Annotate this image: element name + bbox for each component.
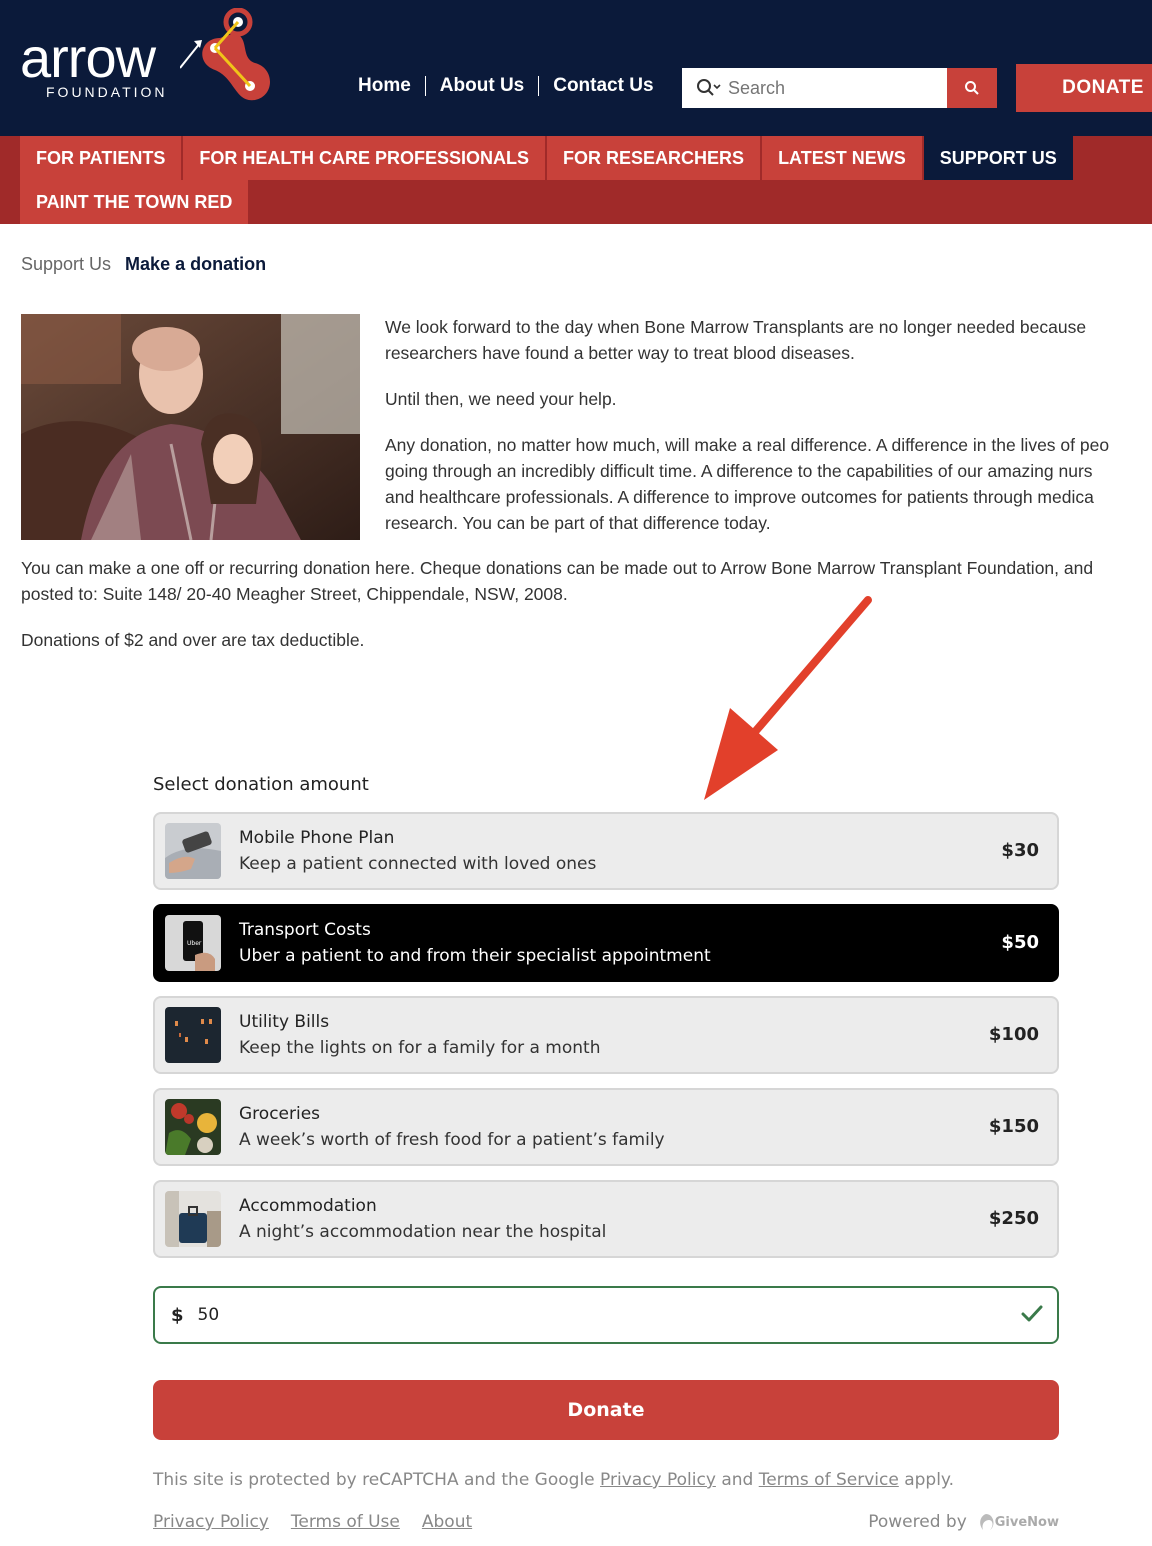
option-description: A night’s accommodation near the hospita… bbox=[239, 1222, 607, 1242]
option-price: $50 bbox=[1001, 932, 1039, 953]
cheque-paragraph: You can make a one off or recurring dona… bbox=[21, 555, 1152, 607]
option-accommodation[interactable]: Accommodation A night’s accommodation ne… bbox=[153, 1180, 1059, 1258]
option-price: $30 bbox=[1001, 840, 1039, 861]
text-line: Donations of $2 and over are tax deducti… bbox=[21, 630, 365, 650]
footer-terms-of-use-link[interactable]: Terms of Use bbox=[291, 1512, 400, 1532]
option-utility-bills[interactable]: Utility Bills Keep the lights on for a f… bbox=[153, 996, 1059, 1074]
recaptcha-notice: This site is protected by reCAPTCHA and … bbox=[153, 1470, 1059, 1490]
nav-contact-link[interactable]: Contact Us bbox=[539, 76, 667, 96]
recaptcha-apply: apply. bbox=[904, 1470, 954, 1490]
donation-widget: Select donation amount Mobile Phone Plan… bbox=[153, 774, 1059, 1532]
tax-paragraph: Donations of $2 and over are tax deducti… bbox=[21, 627, 1152, 653]
option-price: $100 bbox=[988, 1024, 1039, 1045]
widget-footer: Privacy Policy Terms of Use About Powere… bbox=[153, 1512, 1059, 1532]
breadcrumb: Support Us Make a donation bbox=[21, 254, 266, 275]
nav-home-link[interactable]: Home bbox=[344, 76, 426, 96]
night-building-photo-icon bbox=[165, 1007, 221, 1063]
option-transport-costs[interactable]: Uber Transport Costs Uber a patient to a… bbox=[153, 904, 1059, 982]
option-price: $250 bbox=[988, 1208, 1039, 1229]
intro-paragraph-3: Any donation, no matter how much, will m… bbox=[385, 432, 1152, 536]
donation-info-text: You can make a one off or recurring dona… bbox=[21, 555, 1152, 673]
text-line: research. You can be part of that differ… bbox=[385, 513, 771, 533]
text-line: researchers have found a better way to t… bbox=[385, 343, 855, 363]
option-title: Transport Costs bbox=[239, 920, 371, 940]
givenow-text: GiveNow bbox=[994, 1514, 1059, 1530]
intro-paragraph-1: We look forward to the day when Bone Mar… bbox=[385, 314, 1152, 366]
svg-text:Uber: Uber bbox=[187, 940, 202, 947]
option-groceries[interactable]: Groceries A week’s worth of fresh food f… bbox=[153, 1088, 1059, 1166]
powered-by-text: Powered by bbox=[868, 1512, 967, 1532]
text-line: Until then, we need your help. bbox=[385, 389, 617, 409]
option-title: Utility Bills bbox=[239, 1012, 330, 1032]
top-nav: Home About Us Contact Us bbox=[344, 76, 668, 96]
phone-photo-icon bbox=[165, 823, 221, 879]
main-nav: FOR PATIENTS FOR HEALTH CARE PROFESSIONA… bbox=[0, 136, 1152, 224]
mother-daughter-photo bbox=[21, 314, 360, 540]
widget-title: Select donation amount bbox=[153, 774, 369, 795]
site-header: arrow FOUNDATION Home About Us Contact U… bbox=[0, 0, 1152, 136]
nav-for-patients[interactable]: FOR PATIENTS bbox=[20, 136, 182, 180]
breadcrumb-support-us[interactable]: Support Us bbox=[21, 254, 111, 275]
search-input[interactable] bbox=[728, 77, 928, 99]
footer-privacy-policy-link[interactable]: Privacy Policy bbox=[153, 1512, 269, 1532]
option-title: Accommodation bbox=[239, 1196, 377, 1216]
custom-amount-field[interactable]: $ 50 bbox=[153, 1286, 1059, 1344]
footer-about-link[interactable]: About bbox=[422, 1512, 472, 1532]
option-title: Mobile Phone Plan bbox=[239, 828, 395, 848]
search-box bbox=[682, 68, 947, 108]
uber-photo-icon: Uber bbox=[165, 915, 221, 971]
amount-value[interactable]: 50 bbox=[198, 1305, 220, 1325]
search-icon bbox=[697, 79, 721, 96]
recaptcha-terms-link[interactable]: Terms of Service bbox=[759, 1470, 899, 1490]
text-line: and healthcare professionals. A differen… bbox=[385, 487, 1094, 507]
text-line: going through an incredibly difficult ti… bbox=[385, 461, 1093, 481]
donate-button[interactable]: Donate bbox=[153, 1380, 1059, 1440]
breadcrumb-current: Make a donation bbox=[125, 254, 267, 274]
nav-about-link[interactable]: About Us bbox=[426, 76, 540, 96]
text-line: We look forward to the day when Bone Mar… bbox=[385, 317, 1087, 337]
givenow-icon bbox=[979, 1514, 994, 1530]
currency-symbol: $ bbox=[171, 1304, 184, 1326]
search-button[interactable] bbox=[947, 68, 997, 108]
intro-text: We look forward to the day when Bone Mar… bbox=[385, 314, 1152, 556]
option-description: Keep the lights on for a family for a mo… bbox=[239, 1038, 601, 1058]
option-description: A week’s worth of fresh food for a patie… bbox=[239, 1130, 665, 1150]
logo-wordmark: arrow bbox=[20, 26, 156, 89]
recaptcha-and: and bbox=[721, 1470, 754, 1490]
suitcase-photo-icon bbox=[165, 1191, 221, 1247]
intro-paragraph-2: Until then, we need your help. bbox=[385, 386, 1152, 412]
nav-support-us[interactable]: SUPPORT US bbox=[923, 136, 1073, 180]
vegetables-photo-icon bbox=[165, 1099, 221, 1155]
option-price: $150 bbox=[988, 1116, 1039, 1137]
option-description: Uber a patient to and from their special… bbox=[239, 946, 711, 966]
option-title: Groceries bbox=[239, 1104, 321, 1124]
logo-subtitle: FOUNDATION bbox=[46, 84, 168, 100]
checkmark-icon bbox=[1021, 1305, 1043, 1322]
nav-paint-the-town-red[interactable]: PAINT THE TOWN RED bbox=[20, 180, 249, 224]
recaptcha-privacy-link[interactable]: Privacy Policy bbox=[600, 1470, 716, 1490]
option-description: Keep a patient connected with loved ones bbox=[239, 854, 597, 874]
nav-for-health-care-professionals[interactable]: FOR HEALTH CARE PROFESSIONALS bbox=[183, 136, 546, 180]
nav-for-researchers[interactable]: FOR RESEARCHERS bbox=[547, 136, 761, 180]
recaptcha-text: This site is protected by reCAPTCHA and … bbox=[153, 1470, 595, 1490]
magnifier-icon bbox=[965, 81, 979, 95]
nav-latest-news[interactable]: LATEST NEWS bbox=[762, 136, 922, 180]
header-donate-button[interactable]: DONATE bbox=[1016, 64, 1152, 112]
arrow-foundation-logo[interactable]: arrow FOUNDATION bbox=[20, 8, 270, 128]
givenow-logo: GiveNow bbox=[977, 1512, 1059, 1532]
powered-by[interactable]: Powered by GiveNow bbox=[868, 1512, 1059, 1532]
option-mobile-phone-plan[interactable]: Mobile Phone Plan Keep a patient connect… bbox=[153, 812, 1059, 890]
text-line: Any donation, no matter how much, will m… bbox=[385, 435, 1110, 455]
logo-mark-icon bbox=[180, 8, 270, 101]
text-line: posted to: Suite 148/ 20-40 Meagher Stre… bbox=[21, 584, 568, 604]
text-line: You can make a one off or recurring dona… bbox=[21, 558, 1094, 578]
